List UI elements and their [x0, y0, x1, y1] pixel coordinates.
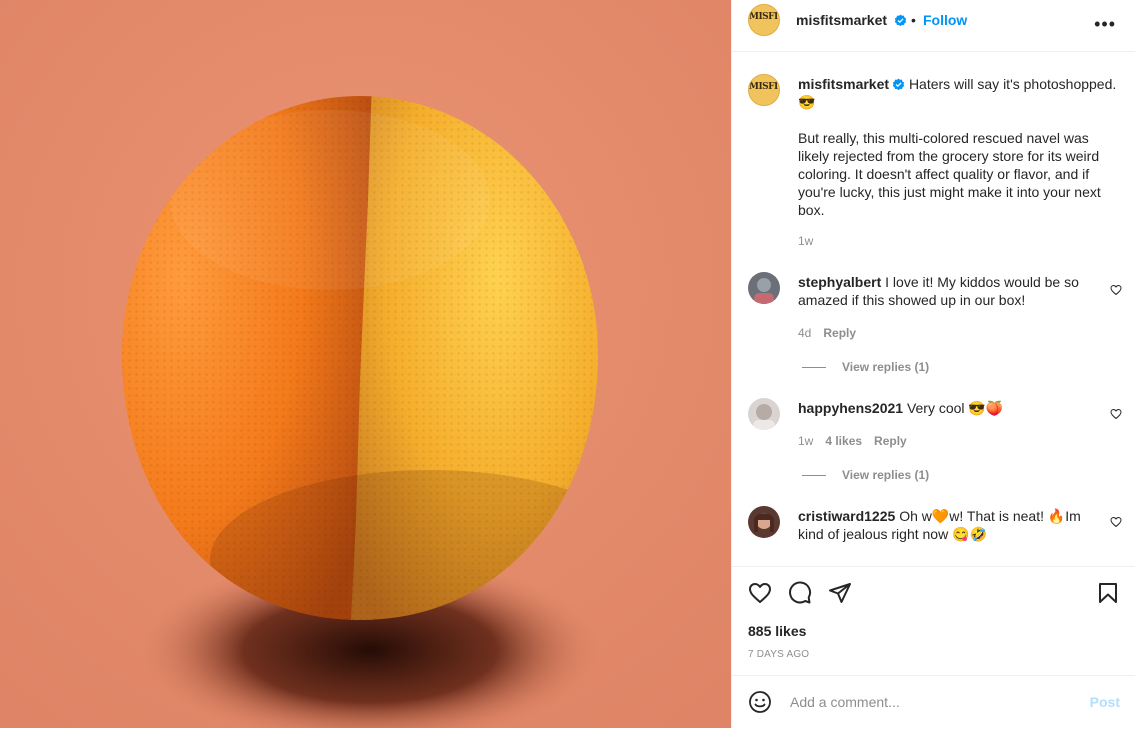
comment-item: stephyalbert I love it! My kiddos would … — [798, 273, 1098, 309]
view-replies-button[interactable]: View replies (1) — [802, 468, 929, 482]
likes-count[interactable]: 885 likes — [748, 623, 806, 639]
comment-timestamp[interactable]: 1w — [798, 434, 813, 448]
orange-photo-image — [0, 0, 731, 728]
comment-reply-button[interactable]: Reply — [874, 434, 907, 448]
commenter-avatar[interactable] — [748, 272, 780, 304]
view-replies-label[interactable]: View replies (1) — [842, 468, 929, 482]
author-username[interactable]: misfitsmarket — [796, 12, 907, 28]
follow-button[interactable]: Follow — [923, 12, 967, 28]
comment-reply-button[interactable]: Reply — [823, 326, 856, 340]
verified-badge-icon — [894, 14, 907, 27]
caption-avatar-logo-text: MISFITS — [749, 82, 779, 92]
caption-text-line2: But really, this multi-colored rescued n… — [798, 130, 1101, 218]
caption-timestamp[interactable]: 1w — [798, 234, 813, 248]
post-actions: 885 likes 7 DAYS AGO Post — [732, 566, 1135, 729]
add-comment-input[interactable] — [788, 693, 1062, 711]
post-side-panel: MISFITS misfitsmarket • Follow ••• MISFI… — [731, 0, 1135, 728]
comment-likes-count[interactable]: 4 likes — [825, 434, 862, 448]
more-options-icon[interactable]: ••• — [1094, 14, 1116, 35]
bookmark-icon[interactable] — [1096, 581, 1120, 605]
comment-timestamp[interactable]: 4d — [798, 326, 811, 340]
comment-item: happyhens2021 Very cool 😎🍑 — [798, 399, 1098, 417]
view-replies-label[interactable]: View replies (1) — [842, 360, 929, 374]
author-avatar[interactable]: MISFITS — [748, 4, 780, 36]
comments-scroll-area[interactable]: MISFITS misfitsmarket Haters will say it… — [732, 52, 1135, 566]
comment-meta: 1w 4 likes Reply — [798, 434, 907, 448]
comment-username[interactable]: happyhens2021 — [798, 400, 903, 416]
commenter-avatar[interactable] — [748, 398, 780, 430]
caption-username[interactable]: misfitsmarket — [798, 76, 889, 92]
add-comment-bar: Post — [732, 675, 1135, 729]
comment-text: Very cool 😎🍑 — [906, 400, 1004, 416]
post-header: MISFITS misfitsmarket • Follow ••• — [732, 0, 1135, 52]
comment-username[interactable]: stephyalbert — [798, 274, 881, 290]
post-date[interactable]: 7 DAYS AGO — [748, 649, 809, 660]
post-comment-button[interactable]: Post — [1090, 694, 1120, 710]
author-username-text[interactable]: misfitsmarket — [796, 12, 887, 28]
commenter-avatar[interactable] — [748, 506, 780, 538]
caption: misfitsmarket Haters will say it's photo… — [798, 75, 1120, 219]
comment-meta: 4d Reply — [798, 326, 856, 340]
smiley-icon[interactable] — [748, 690, 772, 714]
verified-badge-icon — [892, 78, 905, 91]
post-photo[interactable] — [0, 0, 731, 728]
comment-like-heart-icon[interactable] — [1110, 284, 1122, 296]
comment-like-heart-icon[interactable] — [1110, 408, 1122, 420]
replies-divider-line — [802, 475, 826, 477]
comment-username[interactable]: cristiward1225 — [798, 508, 895, 524]
header-separator: • — [911, 12, 916, 28]
comment-like-heart-icon[interactable] — [1110, 516, 1122, 528]
caption-author-avatar[interactable]: MISFITS — [748, 74, 780, 106]
heart-icon[interactable] — [748, 581, 772, 605]
paper-plane-icon[interactable] — [828, 581, 852, 605]
comment-item: cristiward1225 Oh w🧡w! That is neat! 🔥Im… — [798, 507, 1098, 543]
replies-divider-line — [802, 367, 826, 369]
avatar-logo-text: MISFITS — [749, 12, 779, 22]
view-replies-button[interactable]: View replies (1) — [802, 360, 929, 374]
comment-icon[interactable] — [788, 581, 812, 605]
